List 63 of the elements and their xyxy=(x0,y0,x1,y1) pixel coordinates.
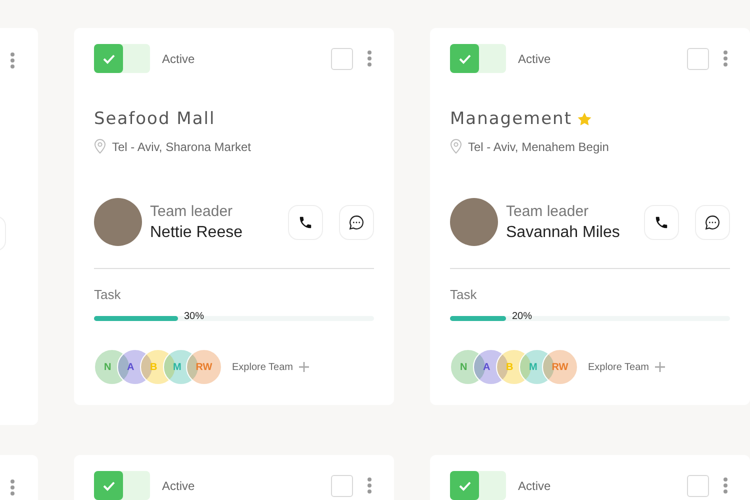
explore-team-link[interactable]: Explore Team xyxy=(232,362,309,372)
check-icon xyxy=(458,480,470,490)
status-switch[interactable] xyxy=(450,471,506,500)
leader-role: Team leader xyxy=(506,202,590,220)
phone-icon xyxy=(654,214,669,230)
member-avatar: RW xyxy=(542,349,578,385)
progress-reading: 20% xyxy=(512,311,532,322)
status-checkbox[interactable] xyxy=(450,471,479,500)
call-button[interactable] xyxy=(288,204,323,240)
more-icon xyxy=(723,50,728,67)
more-icon xyxy=(10,52,15,69)
status-checkbox[interactable] xyxy=(94,44,123,73)
explore-team-link[interactable]: Explore Team xyxy=(588,362,665,372)
select-checkbox[interactable] xyxy=(331,48,353,70)
member-avatar: RW xyxy=(186,349,222,385)
avatar-photo-placeholder xyxy=(450,198,498,246)
card-title: Seafood Mall xyxy=(94,109,216,129)
task-label: Task xyxy=(94,287,122,302)
more-button[interactable] xyxy=(8,479,17,496)
select-checkbox[interactable] xyxy=(331,474,353,496)
status-switch[interactable] xyxy=(94,44,150,73)
chat-bubble-icon xyxy=(348,214,365,230)
status-label: Active xyxy=(518,478,552,492)
select-checkbox[interactable] xyxy=(687,474,709,496)
status-switch[interactable] xyxy=(450,44,506,73)
select-checkbox[interactable] xyxy=(687,48,709,70)
chat-bubble-icon xyxy=(704,214,721,230)
more-button[interactable] xyxy=(365,50,374,67)
task-label: Task xyxy=(450,287,478,302)
check-icon xyxy=(102,54,114,64)
status-switch[interactable] xyxy=(94,471,150,500)
more-button[interactable] xyxy=(721,477,730,494)
message-button[interactable] xyxy=(695,204,730,240)
more-icon xyxy=(367,50,372,67)
status-label: Active xyxy=(518,52,552,66)
leader-role: Team leader xyxy=(150,202,234,220)
location-text: Tel - Aviv, Sharona Market xyxy=(112,140,251,154)
status-label: Active xyxy=(162,478,196,492)
leader-name: Nettie Reese xyxy=(150,224,244,242)
progress-reading: 30% xyxy=(184,311,204,322)
more-button[interactable] xyxy=(365,477,374,494)
more-button[interactable] xyxy=(721,50,730,67)
plus-icon xyxy=(654,362,665,372)
message-button[interactable] xyxy=(339,204,374,240)
card-title: Management xyxy=(450,109,572,129)
location-text: Tel - Aviv, Menahem Begin xyxy=(468,140,609,154)
plus-icon xyxy=(298,362,309,372)
more-icon xyxy=(10,479,15,496)
location-pin-icon xyxy=(94,139,106,154)
more-button[interactable] xyxy=(8,52,17,69)
more-icon xyxy=(723,477,728,494)
call-button[interactable] xyxy=(644,204,679,240)
leader-name: Savannah Miles xyxy=(506,224,621,242)
status-checkbox[interactable] xyxy=(94,471,123,500)
status-checkbox[interactable] xyxy=(450,44,479,73)
check-icon xyxy=(458,54,470,64)
location-pin-icon xyxy=(450,139,462,154)
more-icon xyxy=(367,477,372,494)
status-label: Active xyxy=(162,52,196,66)
phone-icon xyxy=(298,214,313,230)
star-icon xyxy=(577,112,592,126)
avatar-photo-placeholder xyxy=(94,198,142,246)
check-icon xyxy=(102,480,114,490)
